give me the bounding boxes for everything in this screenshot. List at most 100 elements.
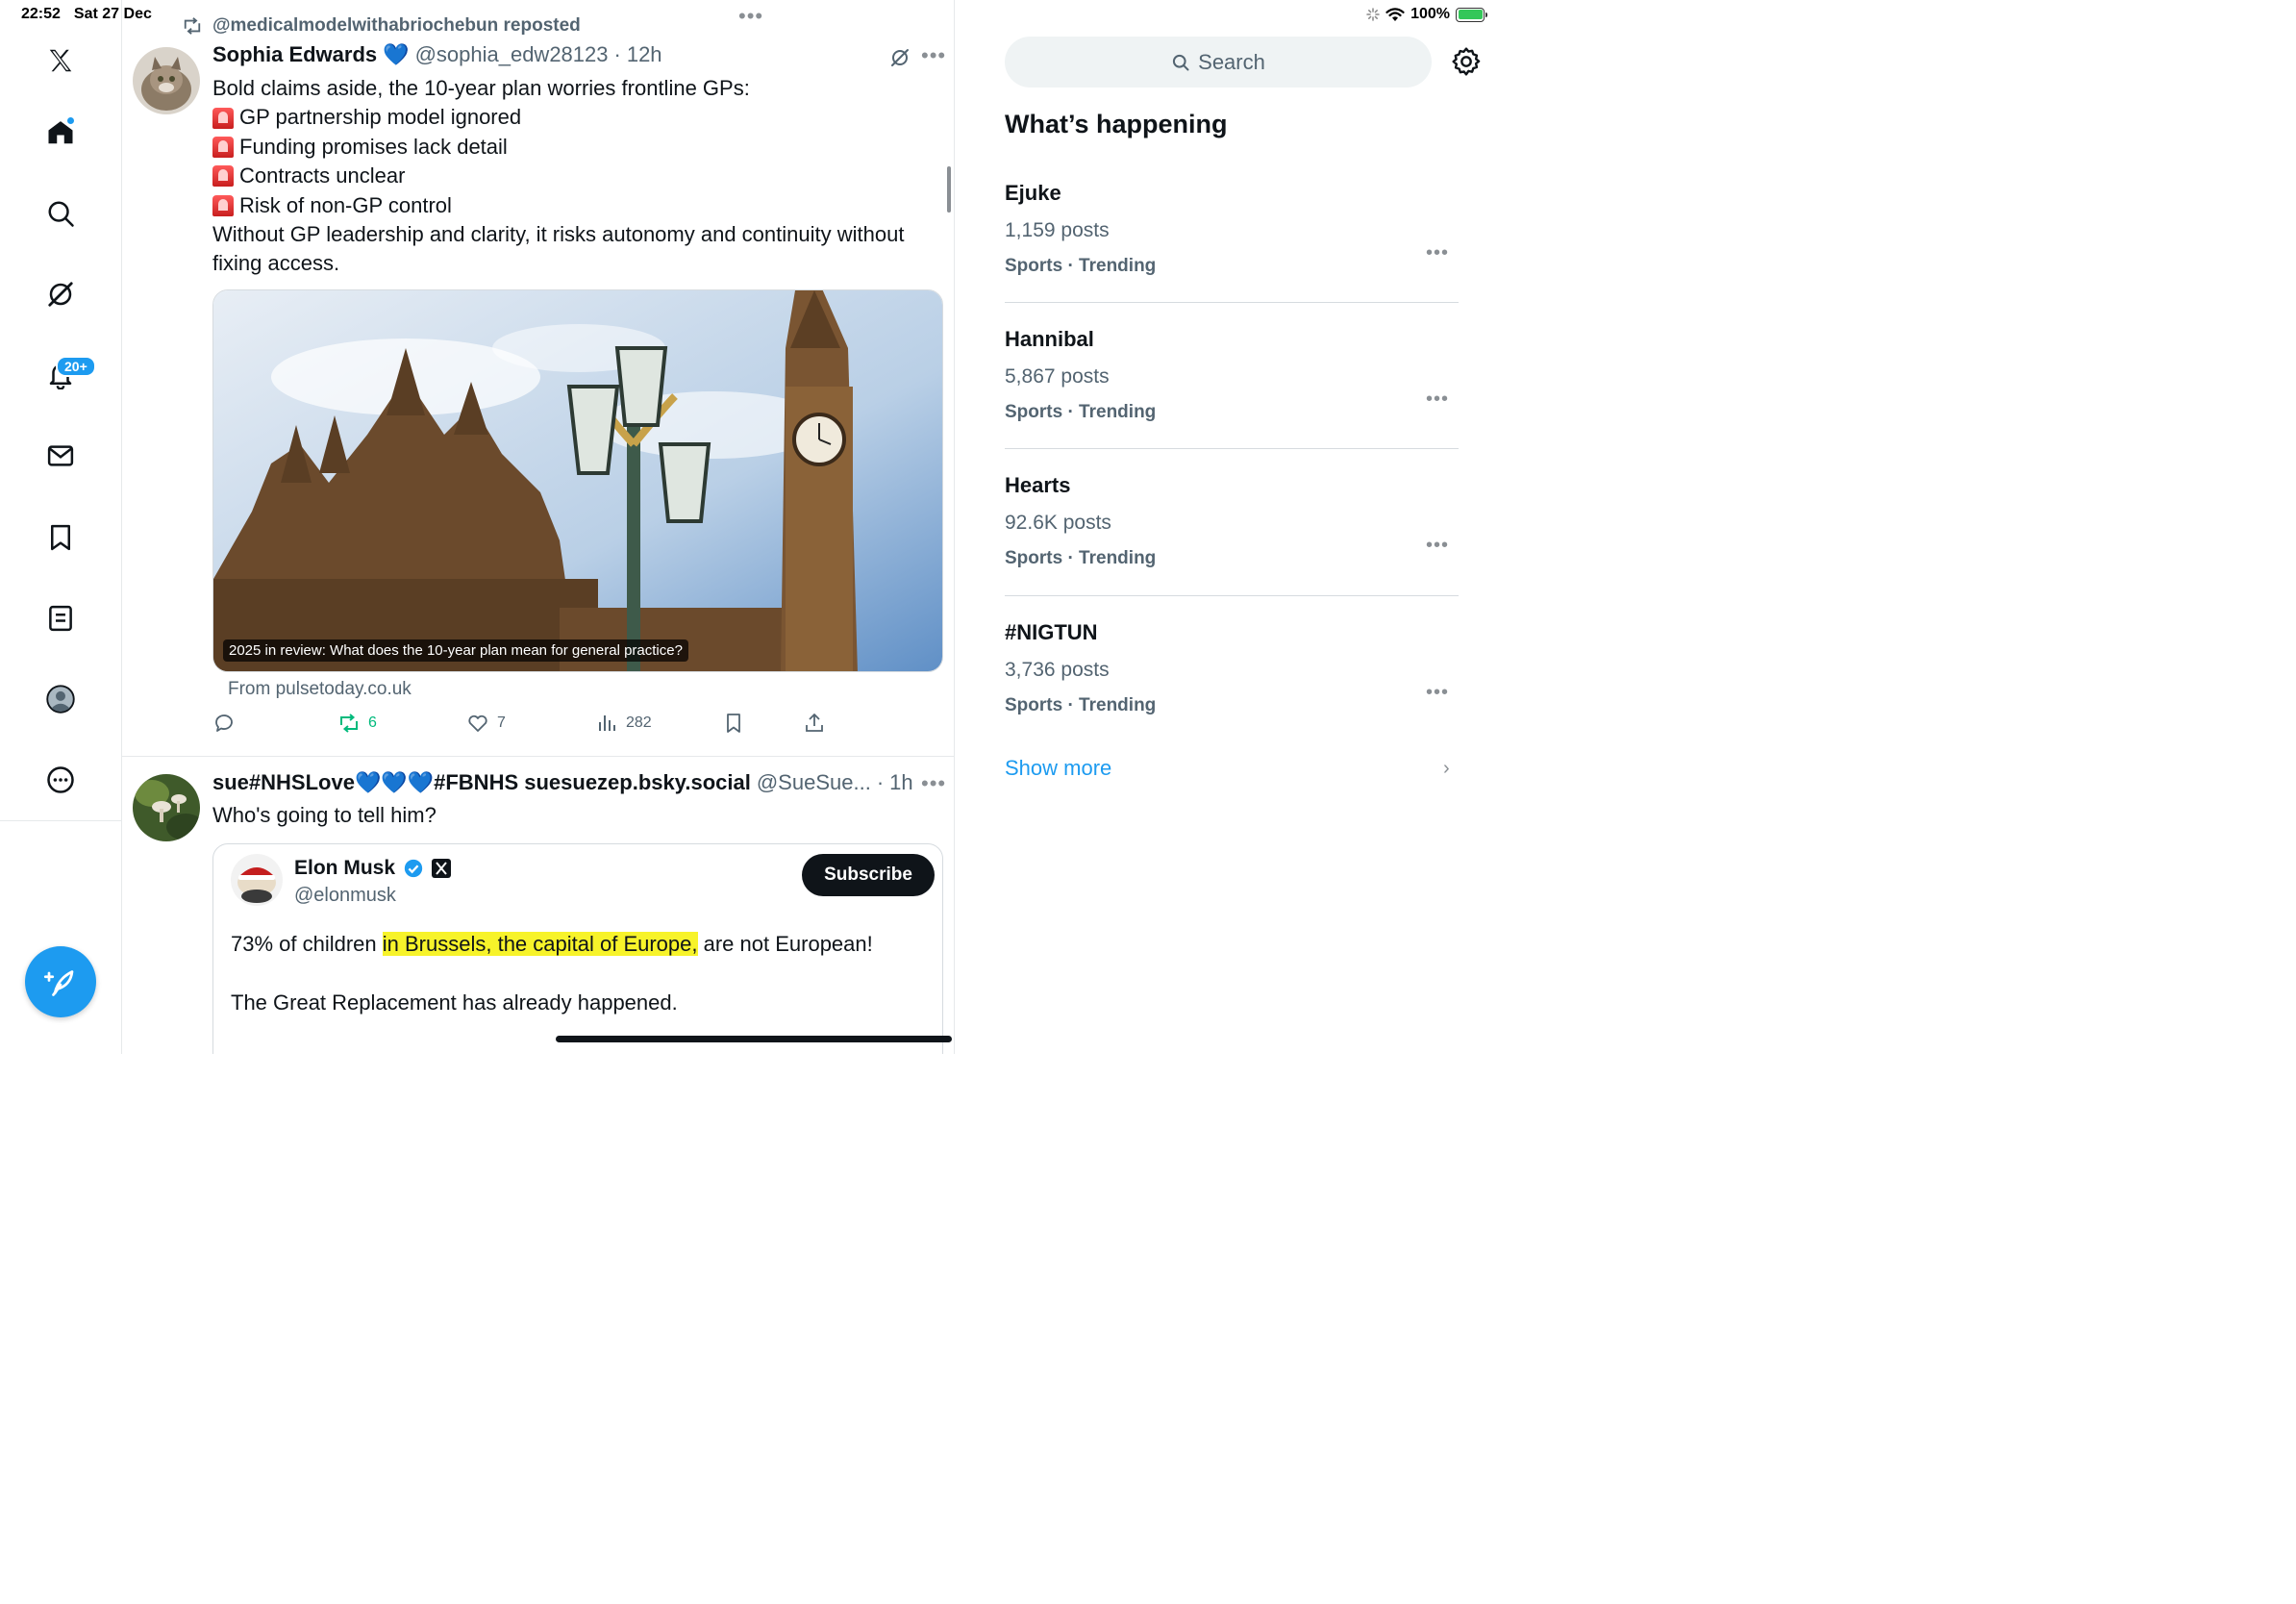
notification-badge: 20+ (56, 356, 96, 377)
chevron-right-icon[interactable]: › (1443, 758, 1450, 780)
home-icon[interactable] (38, 111, 83, 155)
bullet-row: Funding promises lack detail (212, 133, 943, 162)
tweet-header: Sophia Edwards 💙 @sophia_edw28123 · 12h (212, 42, 662, 67)
siren-emoji-icon (212, 107, 234, 129)
author-name[interactable]: Sophia Edwards (212, 42, 377, 67)
siren-emoji-icon (212, 165, 234, 188)
trend-category: Sports · Trending (1005, 256, 1157, 276)
link-source[interactable]: From pulsetoday.co.uk (228, 679, 412, 700)
avatar-sophia[interactable] (133, 47, 200, 114)
settings-button[interactable] (1451, 46, 1482, 82)
profile-icon[interactable] (38, 677, 83, 721)
link-card-image[interactable]: 2025 in review: What does the 10-year pl… (212, 289, 943, 672)
trend-more-icon[interactable]: ••• (1426, 535, 1449, 557)
side-nav: 20+ (0, 0, 122, 1054)
tweet-time[interactable]: 1h (889, 770, 912, 795)
separator: · (876, 770, 885, 794)
quoted-tweet[interactable]: Elon Musk @elonmusk Subscribe 73% of chi… (212, 843, 943, 1054)
tweet-more-icon[interactable]: ••• (921, 43, 946, 68)
heart-icon (468, 714, 487, 732)
trend-count: 92.6K posts (1005, 512, 1111, 534)
trend-category: Sports · Trending (1005, 548, 1157, 568)
trend-divider (1005, 302, 1459, 303)
repost-button[interactable]: 6 (337, 712, 377, 735)
like-button[interactable]: 7 (466, 712, 506, 735)
trend-name: Hannibal (1005, 327, 1094, 351)
author-handle[interactable]: @sophia_edw28123 (415, 42, 609, 67)
bookmark-icon[interactable] (38, 515, 83, 560)
trend-category: Sports · Trending (1005, 695, 1157, 715)
trend-count: 1,159 posts (1005, 219, 1110, 241)
tweet-more-icon[interactable]: ••• (921, 771, 946, 796)
x-logo-icon[interactable] (38, 38, 83, 83)
bullet-text: Funding promises lack detail (239, 134, 508, 159)
repost-indicator[interactable]: @medicalmodelwithabriochebun reposted (182, 15, 581, 37)
show-more-link[interactable]: Show more (1005, 756, 1111, 781)
trend-name: Hearts (1005, 473, 1071, 497)
avatar-sue[interactable] (133, 774, 200, 841)
trend-divider (1005, 595, 1459, 596)
subscribe-button[interactable]: Subscribe (802, 854, 935, 896)
wifi-icon (1385, 7, 1405, 21)
quoted-handle[interactable]: @elonmusk (294, 885, 396, 907)
nav-divider (0, 820, 122, 821)
search-icon (1173, 54, 1189, 70)
tweet-time[interactable]: 12h (627, 42, 662, 67)
trend-item[interactable]: Hearts 92.6K posts Sports · Trending ••• (1005, 473, 1459, 569)
tweet-text: Bold claims aside, the 10-year plan worr… (212, 74, 943, 279)
bullet-text: Contracts unclear (239, 163, 406, 188)
quoted-author: Elon Musk (294, 857, 452, 880)
trend-item[interactable]: Hannibal 5,867 posts Sports · Trending •… (1005, 327, 1459, 423)
more-circle-icon[interactable] (38, 758, 83, 802)
compose-button[interactable] (25, 946, 96, 1017)
trend-item[interactable]: #NIGTUN 3,736 posts Sports · Trending ••… (1005, 620, 1459, 716)
grok-icon[interactable] (38, 272, 83, 316)
separator: · (613, 42, 621, 66)
tweet-conclusion-line2: fixing access. (212, 251, 340, 276)
scrollbar[interactable] (947, 166, 951, 213)
share-icon (806, 714, 823, 732)
trend-more-icon[interactable]: ••• (1426, 682, 1449, 704)
heart-emoji: 💙 (383, 42, 410, 66)
quoted-author-name[interactable]: Elon Musk (294, 857, 395, 880)
trend-more-icon[interactable]: ••• (1426, 242, 1449, 264)
search-placeholder: Search (1198, 49, 1265, 74)
views-icon (599, 715, 615, 731)
battery-fill (1458, 10, 1483, 19)
home-unread-dot (66, 116, 75, 125)
repost-active-icon (340, 714, 358, 733)
views-count: 282 (626, 714, 652, 731)
link-card-caption: 2025 in review: What does the 10-year pl… (223, 639, 688, 662)
gear-icon (1452, 47, 1481, 76)
trend-more-icon[interactable]: ••• (1426, 388, 1449, 411)
trend-item[interactable]: Ejuke 1,159 posts Sports · Trending ••• (1005, 181, 1459, 277)
author-handle[interactable]: @SueSue... (757, 770, 871, 795)
search-icon[interactable] (38, 191, 83, 236)
bookmark-button[interactable] (722, 712, 745, 735)
siren-emoji-icon (212, 137, 234, 159)
tweet-intro: Bold claims aside, the 10-year plan worr… (212, 76, 750, 100)
share-button[interactable] (803, 712, 826, 735)
whats-happening-title: What’s happening (1005, 110, 1228, 138)
mail-icon[interactable] (38, 434, 83, 478)
x-affiliate-icon (432, 859, 452, 878)
timeline[interactable]: @medicalmodelwithabriochebun reposted So… (122, 0, 955, 1054)
repost-icon (184, 17, 201, 35)
grok-explain-icon[interactable] (888, 46, 911, 74)
avatar-elon[interactable] (231, 854, 283, 906)
quoted-text-highlight: in Brussels, the capital of Europe, (382, 932, 698, 956)
home-indicator[interactable] (556, 1036, 952, 1042)
views-button[interactable]: 282 (595, 712, 652, 735)
reply-button[interactable] (212, 712, 236, 735)
bullet-text: GP partnership model ignored (239, 105, 522, 130)
trend-name: Ejuke (1005, 181, 1061, 205)
quoted-text-after: are not European! (697, 932, 873, 956)
bullet-row: Risk of non-GP control (212, 191, 943, 220)
list-icon[interactable] (38, 596, 83, 640)
author-name[interactable]: sue#NHSLove💙💙💙#FBNHS suesuezep.bsky.soci… (212, 770, 751, 795)
search-input[interactable]: Search (1005, 37, 1432, 88)
quoted-text-second: The Great Replacement has already happen… (231, 990, 678, 1015)
status-bar-right: 100% (1366, 6, 1487, 23)
tweet-actions: 6 7 282 (212, 712, 847, 739)
reply-icon (215, 714, 233, 732)
